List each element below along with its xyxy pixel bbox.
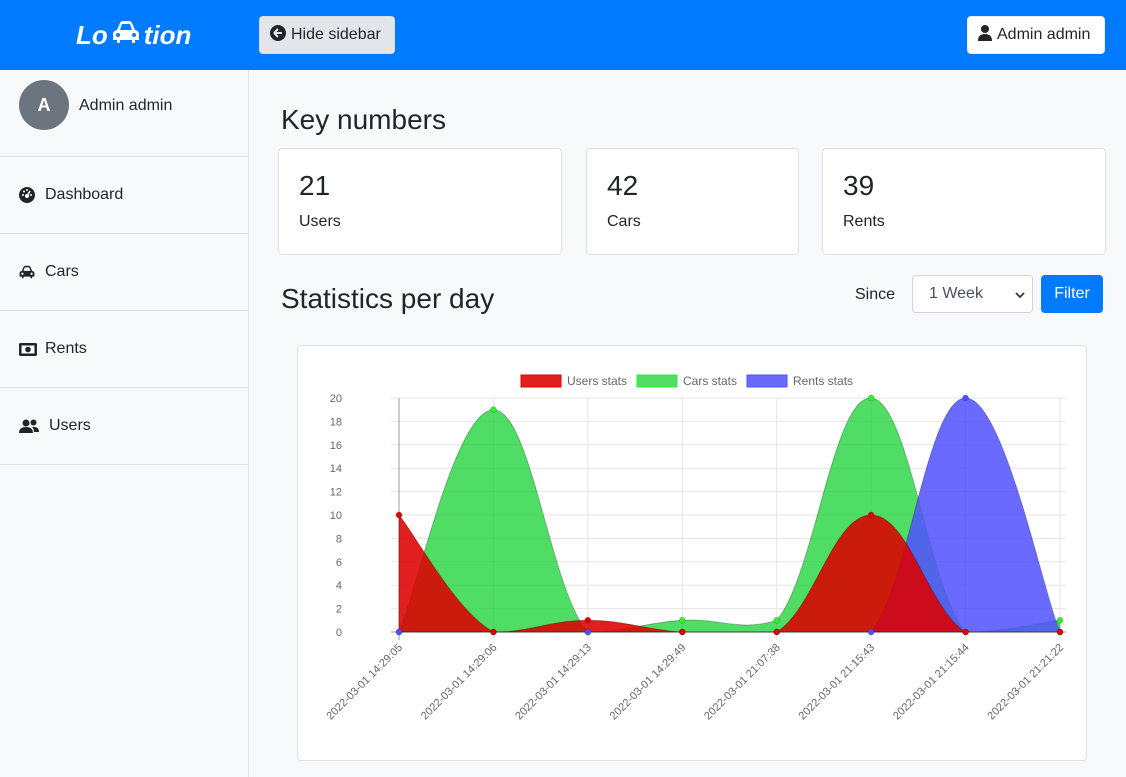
stat-value: 39	[843, 170, 875, 201]
sidebar-profile: A Admin admin	[0, 70, 248, 157]
data-point	[679, 628, 686, 636]
statistics-title: Statistics per day	[281, 283, 495, 314]
arrow-left-circle-icon	[270, 24, 286, 46]
y-tick-label: 12	[330, 487, 342, 499]
user-menu-label: Admin admin	[997, 26, 1091, 43]
data-point	[395, 628, 403, 636]
brand-text-right: tion	[143, 20, 192, 50]
data-point	[867, 628, 875, 636]
sidebar-item-cars[interactable]: Cars	[0, 234, 248, 311]
since-select[interactable]: 1 Week	[912, 275, 1033, 313]
stat-value: 42	[607, 170, 639, 201]
stat-label: Cars	[607, 213, 641, 230]
car-icon	[112, 20, 140, 51]
data-point	[962, 394, 969, 402]
x-tick-label: 2022-03-01 21:15:44	[891, 642, 972, 723]
stat-card-users: 21 Users	[278, 148, 562, 255]
main-content: Key numbers 21 Users 42 Cars 39 Rents St…	[249, 70, 1126, 777]
x-tick-label: 2022-03-01 21:07:38	[702, 642, 783, 723]
stat-value: 21	[299, 170, 331, 201]
brand-logo[interactable]: Lo tion	[76, 20, 191, 51]
chart-card: 0 2 4 6 8 10 12 14 16 18 20 2022-03-01 14:29:05 2022…	[297, 345, 1087, 761]
tachometer-icon	[19, 187, 45, 203]
y-tick-label: 16	[330, 440, 342, 452]
y-tick-label: 10	[330, 510, 342, 522]
data-point	[490, 628, 497, 636]
data-point	[584, 628, 592, 636]
data-point	[867, 394, 875, 402]
user-menu-button[interactable]: Admin admin	[967, 16, 1105, 54]
data-point	[1056, 628, 1064, 636]
since-label: Since	[855, 286, 896, 303]
users-icon	[19, 419, 49, 433]
data-point	[490, 406, 497, 413]
sidebar-item-label: Users	[49, 417, 91, 434]
stat-label: Users	[299, 213, 341, 230]
filter-button[interactable]: Filter	[1041, 275, 1103, 313]
key-numbers-title: Key numbers	[281, 104, 446, 135]
sidebar-item-dashboard[interactable]: Dashboard	[0, 157, 248, 234]
chevron-down-icon	[1014, 288, 1026, 306]
data-point	[773, 617, 780, 624]
sidebar-item-label: Rents	[45, 340, 87, 357]
top-navbar: Lo tion Hide sidebar Admin admin	[0, 0, 1126, 70]
profile-name: Admin admin	[79, 97, 173, 114]
stat-label: Rents	[843, 213, 885, 230]
stat-card-rents: 39 Rents	[822, 148, 1106, 255]
data-point	[584, 617, 592, 624]
data-point	[867, 511, 875, 519]
y-tick-label: 8	[336, 533, 342, 545]
y-tick-label: 2	[336, 604, 342, 616]
brand-text-left: Lo	[76, 20, 108, 50]
since-select-value: 1 Week	[929, 285, 983, 302]
sidebar-item-label: Dashboard	[45, 186, 124, 203]
x-tick-label: 2022-03-01 14:29:49	[608, 642, 689, 723]
y-tick-label: 20	[330, 393, 342, 405]
sidebar-item-rents[interactable]: Rents	[0, 311, 248, 388]
x-tick-label: 2022-03-01 21:15:43	[797, 642, 878, 723]
legend-label: Users stats	[567, 374, 627, 388]
y-tick-label: 18	[330, 416, 342, 428]
legend-swatch	[746, 374, 788, 388]
data-point	[395, 511, 403, 519]
x-tick-label: 2022-03-01 14:29:13	[513, 642, 594, 723]
x-tick-label: 2022-03-01 21:21:22	[985, 642, 1066, 723]
legend-label: Rents stats	[793, 374, 853, 388]
hide-sidebar-label: Hide sidebar	[291, 26, 381, 43]
avatar: A	[19, 80, 69, 130]
y-tick-label: 14	[330, 463, 342, 475]
stat-card-cars: 42 Cars	[586, 148, 799, 255]
y-tick-label: 6	[336, 557, 342, 569]
legend-label: Cars stats	[683, 374, 737, 388]
data-point	[679, 617, 686, 624]
data-point	[773, 628, 780, 636]
statistics-chart: 024681012141618202022-03-01 14:29:05 2022…	[324, 374, 1066, 723]
sidebar: A Admin admin Dashboard Cars Rents Users	[0, 70, 249, 777]
legend-swatch	[520, 374, 562, 388]
car-icon	[19, 265, 45, 279]
sidebar-item-label: Cars	[45, 263, 79, 280]
x-tick-label: 2022-03-01 14:29:06	[419, 642, 500, 723]
hide-sidebar-button[interactable]: Hide sidebar	[259, 16, 395, 54]
sidebar-item-users[interactable]: Users	[0, 388, 248, 465]
y-tick-label: 0	[336, 627, 342, 639]
money-bill-icon	[19, 342, 45, 356]
data-point	[962, 628, 969, 636]
x-tick-label: 2022-03-01 14:29:05	[324, 642, 405, 723]
data-point	[1056, 617, 1064, 624]
legend-swatch	[636, 374, 678, 388]
user-icon	[978, 24, 992, 46]
y-tick-label: 4	[336, 580, 342, 592]
